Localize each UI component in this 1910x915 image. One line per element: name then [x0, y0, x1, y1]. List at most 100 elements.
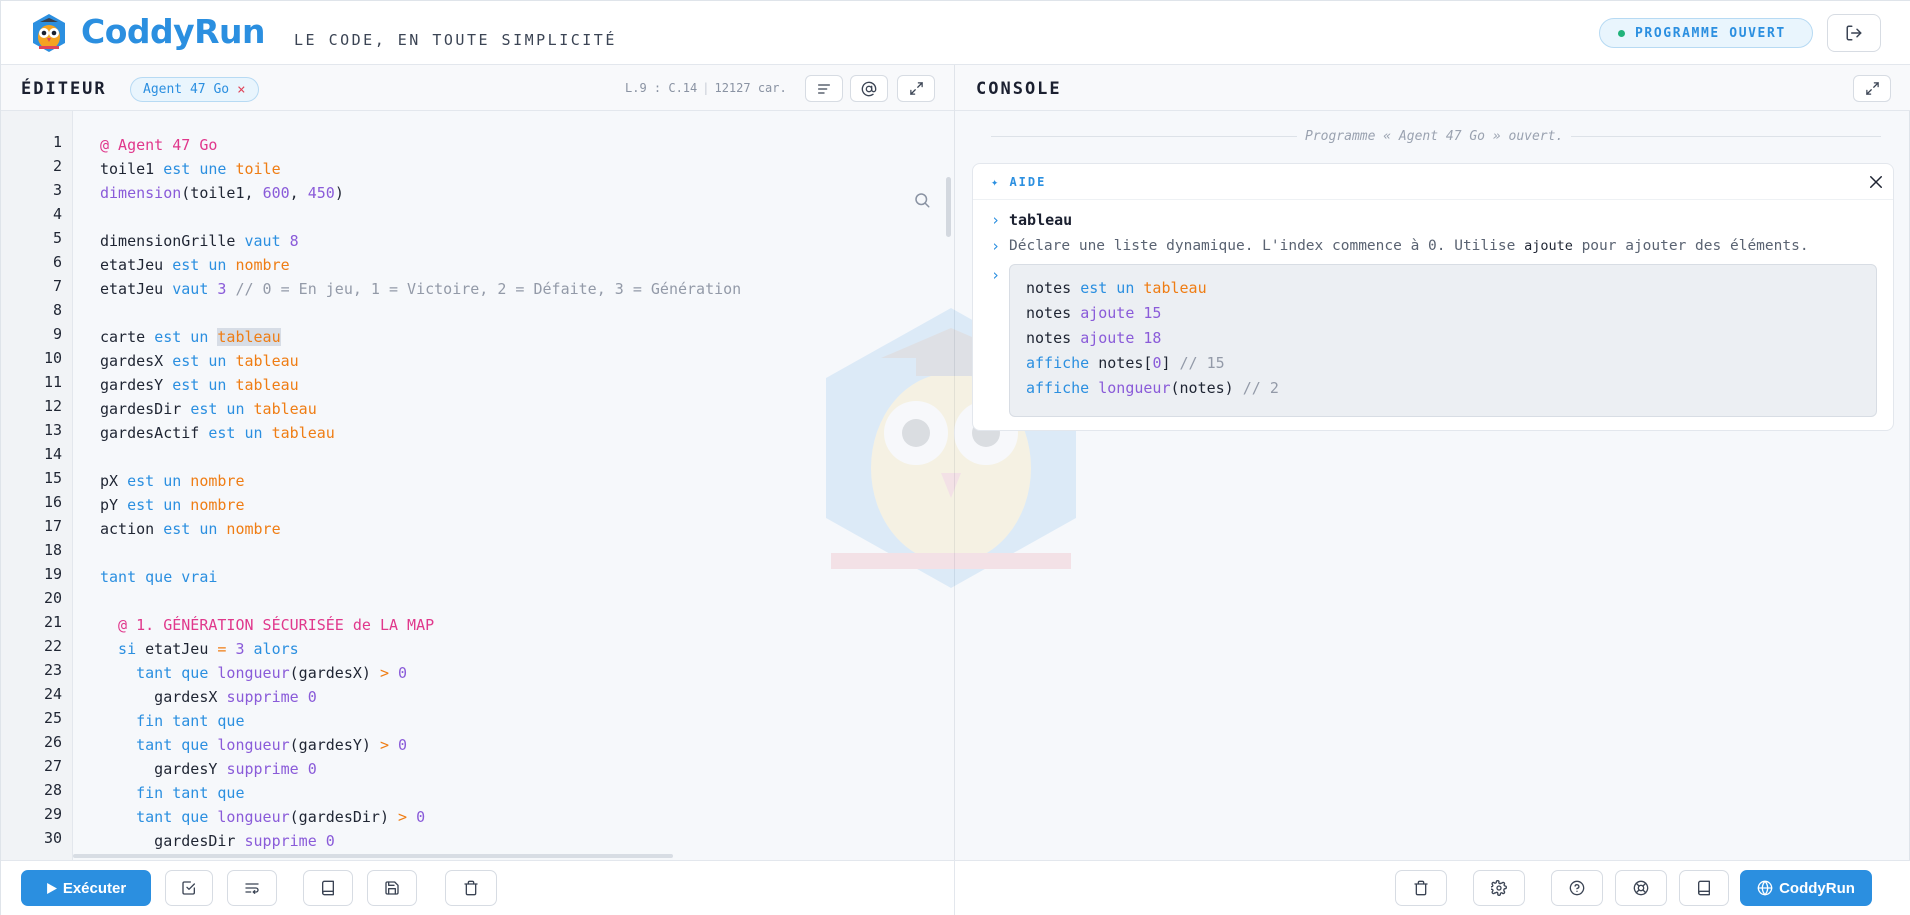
code-line: tant que longueur(gardesX) > 0 [100, 664, 408, 682]
check-square-icon [182, 881, 195, 895]
help-description: Déclare une liste dynamique. L'index com… [1009, 238, 1809, 254]
status-text: PROGRAMME OUVERT [1635, 25, 1786, 41]
code-line: dimensionGrille vaut 8 [100, 232, 299, 250]
line-gutter: 1 2 3 4 5 6 7 8 9 10 11 12 13 14 15 16 1… [1, 111, 73, 860]
coddyrun-site-button[interactable]: CoddyRun [1740, 870, 1872, 906]
status-dot [1618, 29, 1625, 37]
settings-button[interactable] [1473, 870, 1525, 906]
line-number: 20 [43, 589, 62, 607]
expand-console-button[interactable] [1853, 75, 1891, 102]
line-number: 18 [43, 541, 62, 559]
delete-button[interactable] [445, 870, 497, 906]
example-line: notes ajoute 15 [1026, 304, 1162, 322]
line-number: 4 [52, 205, 62, 223]
help-header: ✦ AIDE [973, 164, 1893, 200]
vertical-scrollbar[interactable] [946, 177, 951, 237]
save-button[interactable] [367, 870, 417, 906]
owl-logo-icon [33, 14, 65, 52]
line-number: 22 [43, 637, 62, 655]
chevron-right-icon: › [991, 211, 1001, 229]
code-line: dimension(toile1, 600, 450) [100, 184, 344, 202]
code-line: gardesDir supprime 0 [100, 832, 335, 850]
example-line: affiche notes[0] // 15 [1026, 354, 1225, 372]
line-number: 14 [43, 445, 62, 463]
wrap-button[interactable] [227, 870, 277, 906]
wrap-icon [245, 883, 259, 894]
line-number: 17 [43, 517, 62, 535]
manual-button[interactable] [1679, 870, 1729, 906]
code-line: @ Agent 47 Go [100, 136, 218, 154]
code-line: pX est un nombre [100, 472, 245, 490]
code-line: fin tant que [100, 712, 245, 730]
run-button[interactable]: Exécuter [21, 870, 151, 906]
line-number: 21 [43, 613, 62, 631]
code-line: tant que longueur(gardesDir) > 0 [100, 808, 426, 826]
code-line: si etatJeu = 3 alors [100, 640, 299, 658]
line-number: 5 [52, 229, 62, 247]
code-line: etatJeu vaut 3 // 0 = En jeu, 1 = Victoi… [100, 280, 742, 298]
file-tab[interactable]: Agent 47 Go × [130, 77, 259, 102]
at-icon [861, 81, 877, 96]
status-badge: PROGRAMME OUVERT [1599, 18, 1813, 48]
line-number: 19 [43, 565, 62, 583]
check-button[interactable] [165, 870, 213, 906]
char-count: 12127 car. [714, 81, 787, 95]
editor-panel: ÉDITEUR Agent 47 Go × L.9 : C.14 | 12127 c… [1, 65, 955, 915]
clear-console-button[interactable] [1395, 870, 1447, 906]
support-button[interactable] [1615, 870, 1667, 906]
console-message: Programme « Agent 47 Go » ouvert. [1297, 129, 1572, 144]
book-icon [1698, 880, 1710, 896]
code-line: gardesY supprime 0 [100, 760, 317, 778]
code-line: toile1 est une toile [100, 160, 281, 178]
help-title: ✦ AIDE [991, 175, 1047, 189]
example-line: notes est un tableau [1026, 279, 1207, 297]
play-icon [46, 882, 57, 894]
line-number: 13 [43, 421, 62, 439]
close-tab-icon[interactable]: × [237, 82, 245, 98]
code-line: pY est un nombre [100, 496, 245, 514]
expand-editor-button[interactable] [897, 75, 935, 102]
help-button[interactable] [1551, 870, 1603, 906]
chevron-right-icon: › [991, 266, 1001, 284]
chevron-right-icon: › [991, 237, 1001, 255]
globe-icon [1757, 880, 1773, 896]
lifebuoy-icon [1633, 880, 1649, 896]
help-example: notes est un tableau notes ajoute 15 not… [1009, 264, 1877, 417]
mention-button[interactable] [850, 75, 888, 102]
format-lines-icon [818, 83, 830, 94]
code-line: gardesX supprime 0 [100, 688, 317, 706]
format-button[interactable] [805, 75, 843, 102]
code-line: gardesActif est un tableau [100, 424, 335, 442]
code-line: action est un nombre [100, 520, 281, 538]
console-title: CONSOLE [976, 79, 1062, 99]
save-icon [385, 881, 399, 895]
help-card: ✦ AIDE › tableau › Déclare une liste dyn… [972, 163, 1894, 431]
docs-button[interactable] [303, 870, 353, 906]
code-line: gardesDir est un tableau [100, 400, 317, 418]
cursor-line-col: L.9 : C.14 [625, 81, 698, 95]
cursor-position: L.9 : C.14 | 12127 car. [625, 81, 787, 95]
close-icon[interactable] [1867, 173, 1885, 191]
logout-icon [1846, 25, 1862, 41]
line-number: 11 [43, 373, 62, 391]
expand-icon [909, 82, 923, 95]
line-number: 8 [52, 301, 62, 319]
line-number: 26 [43, 733, 62, 751]
line-number: 6 [52, 253, 62, 271]
brand-name: CoddyRun [81, 12, 266, 51]
code-line: gardesX est un tableau [100, 352, 299, 370]
book-icon [322, 880, 334, 896]
toolbar-divider [954, 861, 955, 915]
line-number: 29 [43, 805, 62, 823]
code-line: gardesY est un tableau [100, 376, 299, 394]
line-number: 3 [52, 181, 62, 199]
example-line: affiche longueur(notes) // 2 [1026, 379, 1279, 397]
search-icon[interactable] [913, 191, 931, 209]
line-number: 27 [43, 757, 62, 775]
logout-button[interactable] [1827, 14, 1881, 52]
app-window: CoddyRun LE CODE, EN TOUTE SIMPLICITÉ PR… [0, 0, 1910, 915]
horizontal-scrollbar[interactable] [73, 854, 673, 858]
line-number: 2 [52, 157, 62, 175]
line-number: 24 [43, 685, 62, 703]
trash-icon [464, 880, 478, 896]
